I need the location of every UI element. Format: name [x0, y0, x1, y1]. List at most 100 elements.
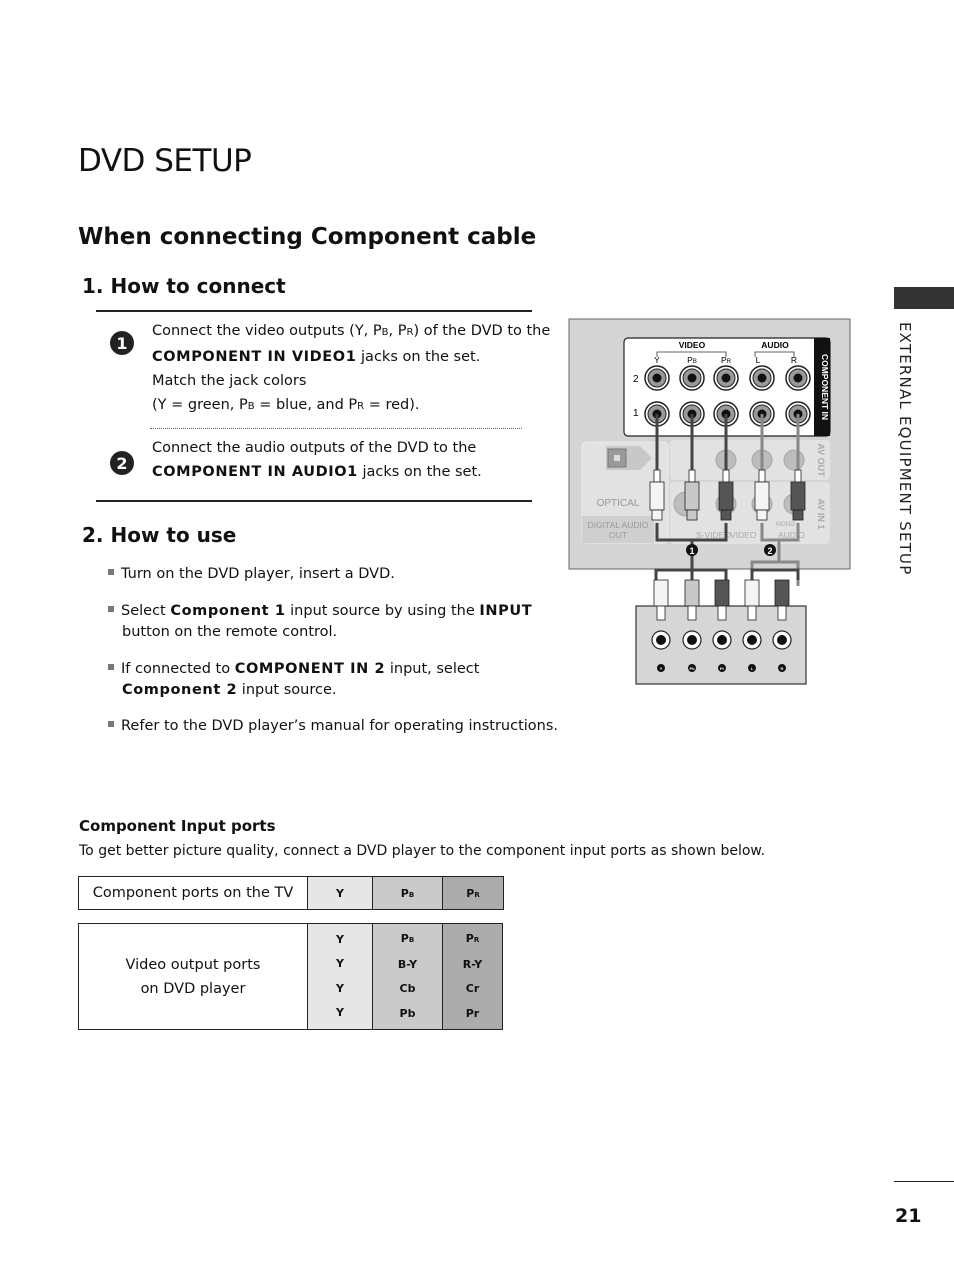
- cell: R-Y: [462, 957, 483, 971]
- cell: Cr: [465, 982, 480, 995]
- dvd-plug-body: [744, 579, 760, 607]
- cell: Y: [336, 932, 344, 946]
- row-2-label: 2: [633, 374, 639, 385]
- page-number: 21: [895, 1205, 922, 1227]
- dvd-plug-body: [774, 579, 790, 607]
- component-ports-description: To get better picture quality, connect a…: [79, 843, 766, 859]
- dvd-jack-label: Y: [660, 666, 663, 671]
- jack-hole: [757, 373, 767, 383]
- dvd-col-pr: PR R-Y Cr Pr: [442, 923, 503, 1030]
- input-button-label: INPUT: [479, 603, 533, 619]
- bullet-2-pre: Select: [121, 603, 171, 619]
- dvd-jack-hole: [777, 635, 787, 645]
- connection-diagram: OPTICAL DIGITAL AUDIO OUT AV OUT AV IN 1…: [568, 318, 851, 685]
- cell: PB: [400, 932, 415, 945]
- step-2-line1: Connect the audio outputs of the DVD to …: [152, 440, 477, 456]
- jack-hole: [687, 373, 697, 383]
- step-1-line4a: (Y = green, P: [152, 397, 248, 413]
- digital-audio-out-label: DIGITAL AUDIO: [588, 520, 649, 530]
- svg-text:Y: Y: [654, 355, 660, 365]
- step-1-badge: 1: [110, 331, 134, 355]
- dvd-plug-tip: [747, 605, 757, 621]
- component-in-label: COMPONENT IN: [820, 354, 830, 420]
- step-1-line3: Match the jack colors: [152, 373, 307, 389]
- cell: PR: [465, 932, 480, 945]
- bullet-1: Turn on the DVD player, insert a DVD.: [108, 564, 395, 585]
- dvd-ports-table: Video output ports on DVD player Y Y Y Y …: [78, 923, 503, 1030]
- bullet-square-icon: [108, 606, 114, 612]
- page-title: DVD SETUP: [78, 143, 252, 179]
- plug-sleeve: [686, 509, 698, 521]
- tv-ports-table: Component ports on the TV Y PB PR: [78, 876, 504, 910]
- dvd-col-pb: PB B-Y Cb Pb: [372, 923, 443, 1030]
- dvd-jack-hole: [687, 635, 697, 645]
- video-label: VIDEO: [679, 340, 706, 350]
- dvd-plug-tip: [777, 605, 787, 621]
- plug-tip: [794, 469, 802, 483]
- plug-body: [649, 481, 665, 511]
- bullet-3-post: input, select: [385, 661, 480, 677]
- bullet-2-line2: button on the remote control.: [122, 624, 338, 640]
- video-small-label: VIDEO: [730, 530, 757, 540]
- plug-sleeve: [720, 509, 732, 521]
- step-2-badge: 2: [110, 451, 134, 475]
- dvd-plug-body: [684, 579, 700, 607]
- component-2-label: Component 2: [122, 682, 238, 698]
- step-1-text: Connect the video outputs (Y, PB, PR) of…: [152, 319, 552, 419]
- bullet-3-pre: If connected to: [121, 661, 235, 677]
- digital-audio-out-label-2: OUT: [609, 530, 627, 540]
- bullet-3-line2: input source.: [237, 682, 337, 698]
- cell: Y: [336, 981, 344, 995]
- av-out-jacks: [715, 449, 805, 471]
- tv-port-pb: PB: [372, 876, 443, 910]
- dvd-jack-label: Pb: [689, 666, 695, 671]
- dvd-jack-hole: [747, 635, 757, 645]
- bullet-2-post: input source by using the: [285, 603, 480, 619]
- component-1-label: Component 1: [170, 603, 286, 619]
- plug-body: [684, 481, 700, 511]
- step-divider: [150, 428, 522, 429]
- step-1-line1-post: ) of the DVD to the: [413, 323, 551, 339]
- plug-sleeve: [651, 509, 663, 521]
- dvd-jack-label: R: [781, 666, 784, 671]
- sidebar-tab: [894, 287, 954, 309]
- jack-hole: [721, 373, 731, 383]
- step-2-line2-post: jacks on the set.: [357, 464, 482, 480]
- sub-b2: B: [247, 401, 255, 412]
- section-subtitle: When connecting Component cable: [78, 224, 537, 250]
- cell: Y: [336, 1006, 344, 1019]
- callout-1-text: 1: [689, 546, 694, 556]
- dvd-col-y: Y Y Y Y: [307, 923, 373, 1030]
- dvd-jack-label: Pr: [720, 666, 725, 671]
- cell: Pr: [465, 1006, 480, 1020]
- page-number-rule: [894, 1181, 954, 1182]
- plug-tip: [688, 469, 696, 483]
- bullet-square-icon: [108, 569, 114, 575]
- row-1-label: 1: [633, 408, 639, 419]
- dvd-jack-hole: [656, 635, 666, 645]
- dvd-plug-body: [714, 579, 730, 607]
- dvd-plug-tip: [656, 605, 666, 621]
- bullet-square-icon: [108, 721, 114, 727]
- how-to-use-heading: 2. How to use: [82, 523, 237, 547]
- plug-tip: [722, 469, 730, 483]
- jack-hole: [652, 373, 662, 383]
- step-1-line4b: = blue, and P: [254, 397, 358, 413]
- step-2-text: Connect the audio outputs of the DVD to …: [152, 436, 552, 484]
- bullet-square-icon: [108, 664, 114, 670]
- dvd-plug-tip: [687, 605, 697, 621]
- divider-top: [96, 310, 532, 312]
- dvd-plug-tip: [717, 605, 727, 621]
- bullet-4-text: Refer to the DVD player’s manual for ope…: [121, 718, 559, 734]
- plug-body: [754, 481, 770, 511]
- bullet-4: Refer to the DVD player’s manual for ope…: [108, 716, 558, 737]
- how-to-connect-heading: 1. How to connect: [82, 274, 286, 298]
- tv-port-pr: PR: [442, 876, 504, 910]
- dvd-plug-body: [653, 579, 669, 607]
- bullet-3: If connected to COMPONENT IN 2 input, se…: [108, 659, 538, 701]
- optical-label: OPTICAL: [597, 498, 640, 509]
- callout-2-text: 2: [767, 546, 772, 556]
- jack-hole: [793, 373, 803, 383]
- mono-label: MONO: [776, 522, 795, 528]
- plug-body: [790, 481, 806, 511]
